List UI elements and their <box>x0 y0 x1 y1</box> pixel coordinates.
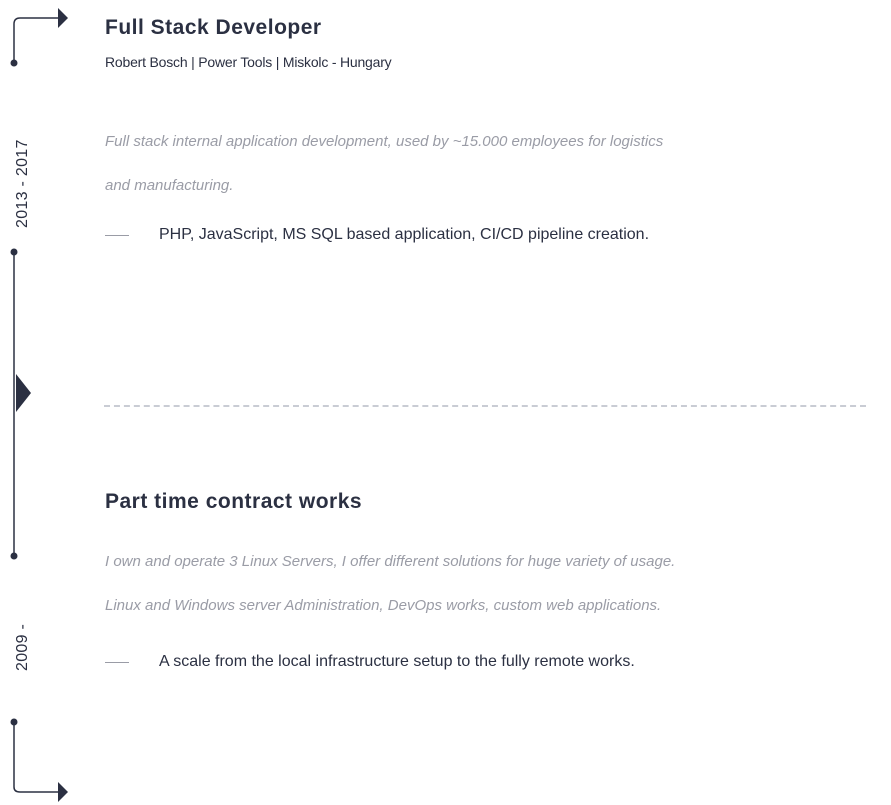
timeline-start-arrow-line <box>13 17 58 60</box>
section-divider <box>104 405 866 407</box>
job-description-line: Full stack internal application developm… <box>105 133 664 150</box>
job-bullet: A scale from the local infrastructure se… <box>105 653 891 673</box>
timeline: 2013 - 2017 2009 - <box>0 0 80 805</box>
dash-icon <box>105 662 129 663</box>
job-entry: Part time contract works I own and opera… <box>105 490 891 710</box>
timeline-end-arrow-line <box>13 722 58 793</box>
period-years: 2009 - <box>14 623 31 671</box>
job-description-line: I own and operate 3 Linux Servers, I off… <box>105 553 676 570</box>
arrow-right-icon <box>58 782 68 802</box>
job-bullet: PHP, JavaScript, MS SQL based applicatio… <box>105 226 891 246</box>
arrow-right-icon <box>58 8 68 28</box>
timeline-dot <box>10 59 18 67</box>
job-company: Robert Bosch | Power Tools | Miskolc - H… <box>105 54 392 70</box>
job-description-line: Linux and Windows server Administration,… <box>105 597 662 614</box>
timeline-line <box>10 8 68 802</box>
job-title: Full Stack Developer <box>105 16 322 39</box>
timeline-dot <box>10 552 18 560</box>
caret-right-icon <box>16 374 31 412</box>
job-bullet-text: PHP, JavaScript, MS SQL based applicatio… <box>159 226 650 243</box>
dash-icon <box>105 235 129 236</box>
job-title: Part time contract works <box>105 490 363 513</box>
job-description-line: and manufacturing. <box>105 177 234 194</box>
period-years: 2013 - 2017 <box>14 139 31 228</box>
job-bullet-text: A scale from the local infrastructure se… <box>159 653 635 670</box>
job-entry: Full Stack Developer Robert Bosch | Powe… <box>105 16 891 276</box>
